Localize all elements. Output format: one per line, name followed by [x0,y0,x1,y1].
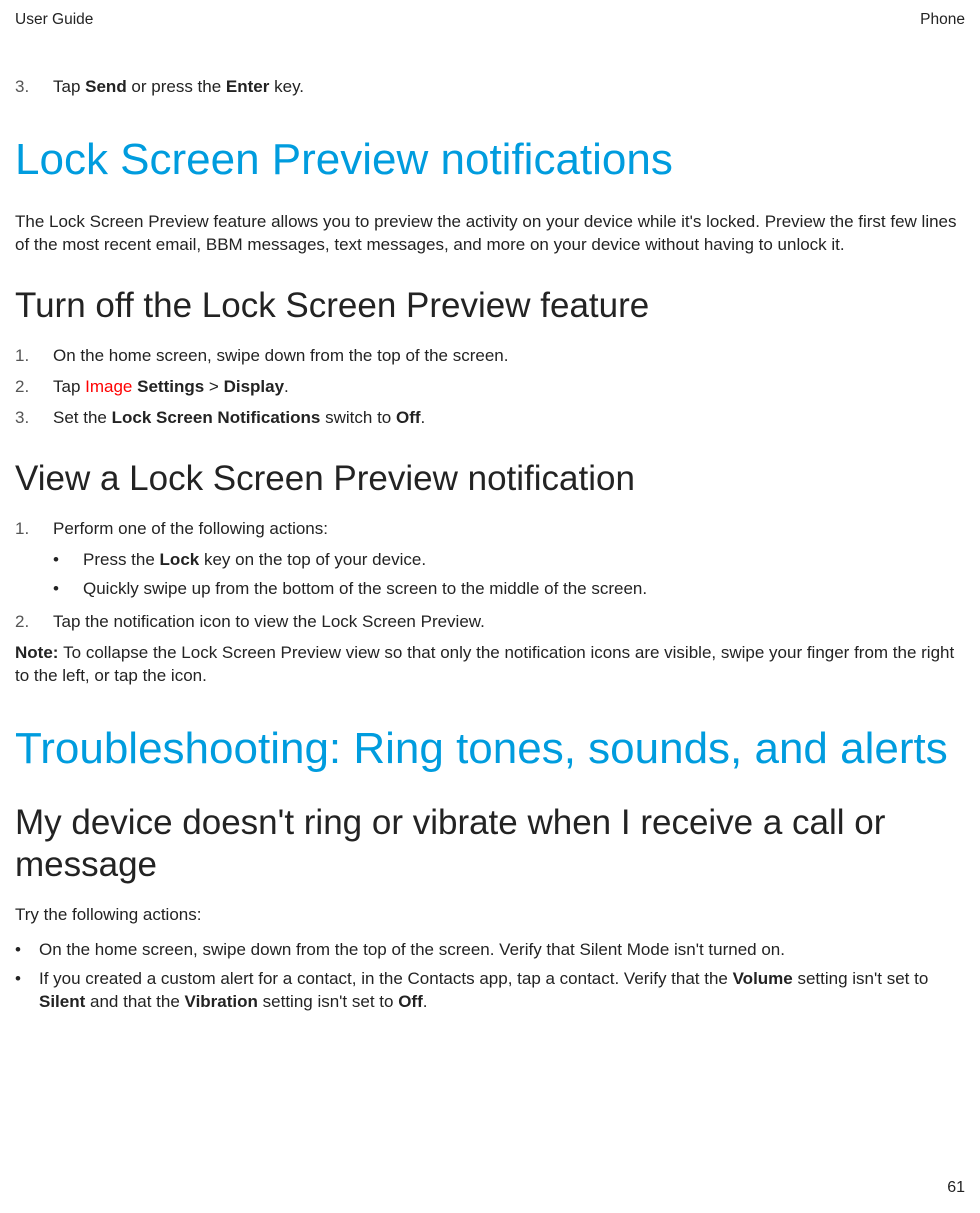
paragraph: The Lock Screen Preview feature allows y… [15,211,965,257]
page-content: 3. Tap Send or press the Enter key. Lock… [15,76,965,1014]
text-fragment: Tap [53,77,85,96]
text-fragment: If you created a custom alert for a cont… [39,969,733,988]
text-fragment: switch to [320,408,396,427]
bold-text: Enter [226,77,269,96]
note-paragraph: Note: To collapse the Lock Screen Previe… [15,642,965,688]
bullet-item: • On the home screen, swipe down from th… [15,939,965,962]
step-number: 1. [15,518,53,541]
text-fragment: Press the [83,550,160,569]
text-fragment: key. [269,77,304,96]
step-text: Tap the notification icon to view the Lo… [53,611,965,634]
note-label: Note: [15,643,63,662]
bold-text: Off [396,408,421,427]
bold-text: Display [224,377,284,396]
step-number: 2. [15,376,53,399]
text-fragment: setting isn't set to [258,992,398,1011]
bullet-item: • Press the Lock key on the top of your … [53,549,965,572]
step-text: Tap Send or press the Enter key. [53,76,965,99]
page-number: 61 [947,1177,965,1199]
step-item: 3. Set the Lock Screen Notifications swi… [15,407,965,430]
step-item: 2. Tap the notification icon to view the… [15,611,965,634]
step-item: 1. On the home screen, swipe down from t… [15,345,965,368]
step-text: Tap Image Settings > Display. [53,376,965,399]
bold-text: Lock [160,550,200,569]
header-right: Phone [920,10,965,31]
step-item: 1. Perform one of the following actions: [15,518,965,541]
bold-text: Volume [733,969,793,988]
bullet-list: • On the home screen, swipe down from th… [15,939,965,1014]
text-fragment: . [284,377,289,396]
bullet-dot: • [15,968,39,1014]
text-fragment: key on the top of your device. [199,550,426,569]
settings-icon: Image [85,377,132,396]
bullet-text: Quickly swipe up from the bottom of the … [83,578,965,601]
step-text: On the home screen, swipe down from the … [53,345,965,368]
bullet-list: • Press the Lock key on the top of your … [15,549,965,601]
step-text: Perform one of the following actions: [53,518,965,541]
ordered-list: 1. On the home screen, swipe down from t… [15,345,965,430]
bullet-dot: • [15,939,39,962]
step-number: 3. [15,76,53,99]
text-fragment: or press the [127,77,226,96]
paragraph: Try the following actions: [15,904,965,927]
page-header: User Guide Phone [15,10,965,31]
text-fragment: . [423,992,428,1011]
note-text: To collapse the Lock Screen Preview view… [15,643,954,685]
bullet-text: If you created a custom alert for a cont… [39,968,965,1014]
bullet-item: • Quickly swipe up from the bottom of th… [53,578,965,601]
heading-view-notification: View a Lock Screen Preview notification [15,458,965,500]
bold-text: Off [398,992,423,1011]
heading-turn-off: Turn off the Lock Screen Preview feature [15,285,965,327]
text-fragment: . [421,408,426,427]
text-fragment: Set the [53,408,112,427]
bullet-dot: • [53,578,83,601]
bullet-text: Press the Lock key on the top of your de… [83,549,965,572]
header-left: User Guide [15,10,93,31]
text-fragment: and that the [85,992,184,1011]
text-fragment: > [204,377,223,396]
step-item: 3. Tap Send or press the Enter key. [15,76,965,99]
bullet-item: • If you created a custom alert for a co… [15,968,965,1014]
heading-no-ring: My device doesn't ring or vibrate when I… [15,802,965,886]
step-number: 3. [15,407,53,430]
heading-troubleshooting: Troubleshooting: Ring tones, sounds, and… [15,724,965,775]
step-item: 2. Tap Image Settings > Display. [15,376,965,399]
bold-text: Send [85,77,127,96]
step-number: 2. [15,611,53,634]
bold-text: Settings [137,377,204,396]
step-number: 1. [15,345,53,368]
text-fragment: setting isn't set to [793,969,929,988]
bullet-dot: • [53,549,83,572]
step-text: Set the Lock Screen Notifications switch… [53,407,965,430]
bold-text: Lock Screen Notifications [112,408,321,427]
heading-lock-screen-preview: Lock Screen Preview notifications [15,135,965,186]
bold-text: Vibration [185,992,258,1011]
ordered-list: 1. Perform one of the following actions:… [15,518,965,634]
bold-text: Silent [39,992,85,1011]
text-fragment: Tap [53,377,85,396]
bullet-text: On the home screen, swipe down from the … [39,939,965,962]
